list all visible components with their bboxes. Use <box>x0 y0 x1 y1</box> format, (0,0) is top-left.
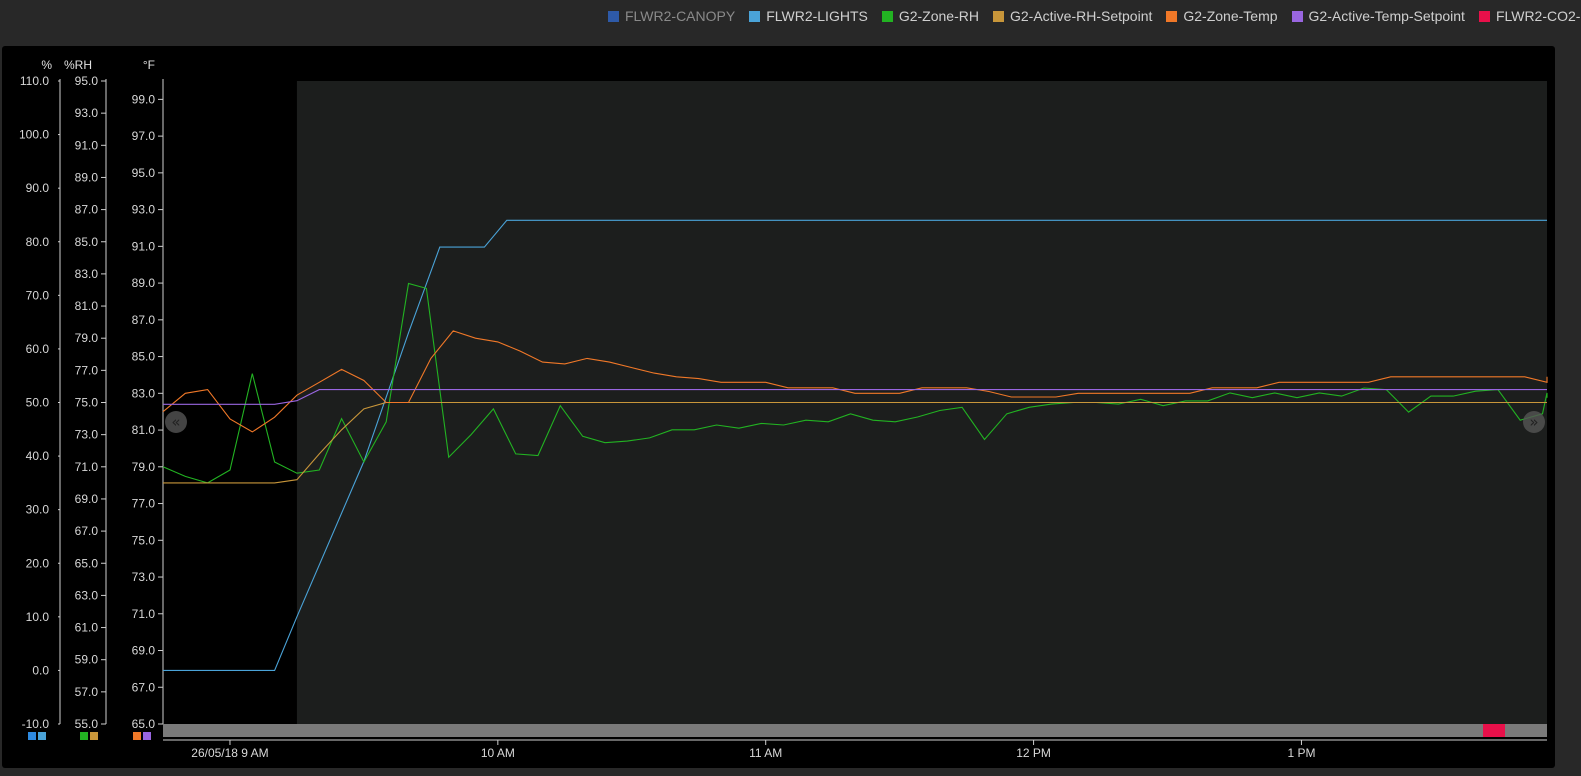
legend-swatch <box>608 11 619 22</box>
y-tick-label-rh: 67.0 <box>75 524 99 538</box>
y-tick-label-rh: 81.0 <box>75 299 99 313</box>
y-tick-label-temp: 95.0 <box>132 166 156 180</box>
y-tick-label-percent: 70.0 <box>26 288 50 302</box>
chart-svg: -10.0 0.0 10.0 20.0 30.0 40.0 50.0 60.0 70.0 80.0… <box>19 58 1548 760</box>
legend-item[interactable]: FLWR2-CO2-C <box>1478 8 1581 24</box>
legend-label: G2-Zone-Temp <box>1183 8 1278 24</box>
y-tick-label-rh: 77.0 <box>75 363 99 377</box>
y-tick-label-rh: 71.0 <box>75 460 99 474</box>
legend-item[interactable]: G2-Zone-RH <box>881 8 979 24</box>
legend-swatch <box>749 11 761 22</box>
legend-item[interactable]: G2-Zone-Temp <box>1166 8 1278 24</box>
y-tick-label-temp: 81.0 <box>132 423 156 437</box>
y-axis-title-rh: %RH <box>64 58 92 72</box>
y-tick-label-rh: 75.0 <box>75 396 99 410</box>
y-tick-label-temp: 89.0 <box>132 276 156 290</box>
y-tick-label-percent: 20.0 <box>26 556 50 570</box>
legend-label: FLWR2-CANOPY <box>625 8 736 24</box>
legend-swatch <box>881 11 893 22</box>
y-axis-title-temp: °F <box>143 58 155 72</box>
y-tick-label-percent: 0.0 <box>32 663 49 677</box>
y-tick-label-rh: 79.0 <box>75 331 99 345</box>
y-tick-label-temp: 65.0 <box>132 717 156 731</box>
y-tick-label-temp: 79.0 <box>132 460 156 474</box>
x-tick-label: 26/05/18 9 AM <box>191 746 268 760</box>
y-tick-label-temp: 99.0 <box>132 92 156 106</box>
time-navigator-bar[interactable] <box>163 724 1547 737</box>
y-tick-label-percent: 110.0 <box>20 74 49 88</box>
y-tick-label-temp: 91.0 <box>132 239 156 253</box>
legend-label: FLWR2-CO2-C <box>1495 8 1581 24</box>
y-tick-label-temp: 83.0 <box>132 386 156 400</box>
axis-swatch <box>143 732 151 740</box>
time-navigator-handle[interactable] <box>1483 724 1505 737</box>
y-tick-label-rh: 89.0 <box>75 170 99 184</box>
chevron-right-icon: » <box>1529 413 1538 431</box>
y-tick-label-percent: 40.0 <box>26 449 50 463</box>
y-tick-label-percent: 90.0 <box>26 181 50 195</box>
axis-swatch <box>90 732 98 740</box>
y-tick-label-rh: 65.0 <box>75 556 99 570</box>
y-tick-label-rh: 93.0 <box>75 106 99 120</box>
legend-label: G2-Active-Temp-Setpoint <box>1308 8 1465 24</box>
legend-label: G2-Zone-RH <box>898 8 979 24</box>
legend-swatch <box>1478 11 1490 22</box>
y-tick-label-rh: 91.0 <box>75 138 99 152</box>
y-tick-label-temp: 75.0 <box>132 533 156 547</box>
legend-label: G2-Active-RH-Setpoint <box>1009 8 1153 24</box>
y-tick-label-temp: 71.0 <box>132 607 156 621</box>
y-tick-label-rh: 63.0 <box>75 588 99 602</box>
y-tick-label-rh: 61.0 <box>75 621 99 635</box>
legend-swatch <box>1166 11 1178 22</box>
legend-item[interactable]: G2-Active-Temp-Setpoint <box>1291 8 1465 24</box>
legend-swatch <box>992 11 1004 22</box>
y-tick-label-temp: 97.0 <box>132 129 156 143</box>
y-tick-label-rh: 95.0 <box>75 74 99 88</box>
y-tick-label-rh: 69.0 <box>75 492 99 506</box>
y-tick-label-temp: 93.0 <box>132 203 156 217</box>
y-tick-label-rh: 57.0 <box>75 685 99 699</box>
y-axis-title-percent: % <box>41 58 52 72</box>
y-tick-label-temp: 85.0 <box>132 350 156 364</box>
chart-panel: -10.0 0.0 10.0 20.0 30.0 40.0 50.0 60.0 70.0 80.0… <box>2 46 1555 768</box>
y-tick-label-percent: 30.0 <box>26 503 50 517</box>
legend-item[interactable]: FLWR2-LIGHTS <box>749 8 868 24</box>
y-tick-label-temp: 69.0 <box>132 644 156 658</box>
legend-swatch <box>1291 11 1303 22</box>
x-tick-label: 10 AM <box>481 746 515 760</box>
y-tick-label-temp: 87.0 <box>132 313 156 327</box>
legend-item[interactable]: FLWR2-CANOPY <box>608 8 735 24</box>
y-tick-label-percent: 100.0 <box>19 128 49 142</box>
x-tick-label: 12 PM <box>1016 746 1051 760</box>
chevron-left-icon: « <box>171 413 180 431</box>
y-tick-label-rh: 55.0 <box>75 717 99 731</box>
y-tick-label-rh: 83.0 <box>75 267 99 281</box>
axis-swatch <box>133 732 141 740</box>
y-tick-label-percent: 60.0 <box>26 342 50 356</box>
x-tick-label: 11 AM <box>749 746 782 760</box>
y-tick-label-temp: 67.0 <box>132 680 156 694</box>
y-tick-label-rh: 87.0 <box>75 203 99 217</box>
y-tick-label-percent: 50.0 <box>26 396 50 410</box>
axis-swatch <box>80 732 88 740</box>
y-tick-label-rh: 73.0 <box>75 428 99 442</box>
y-tick-label-percent: -10.0 <box>22 717 50 731</box>
y-tick-label-percent: 10.0 <box>26 610 50 624</box>
y-tick-label-percent: 80.0 <box>26 235 50 249</box>
axis-swatch <box>28 732 36 740</box>
legend-label: FLWR2-LIGHTS <box>766 8 868 24</box>
chart-legend: FLWR2-CANOPY FLWR2-LIGHTS G2-Zone-RH G2-Act… <box>608 8 1581 28</box>
legend-item[interactable]: G2-Active-RH-Setpoint <box>992 8 1153 24</box>
y-tick-label-temp: 73.0 <box>132 570 156 584</box>
y-tick-label-rh: 59.0 <box>75 653 99 667</box>
y-tick-label-temp: 77.0 <box>132 497 156 511</box>
x-tick-label: 1 PM <box>1287 746 1315 760</box>
y-tick-label-rh: 85.0 <box>75 235 99 249</box>
axis-swatch <box>38 732 46 740</box>
